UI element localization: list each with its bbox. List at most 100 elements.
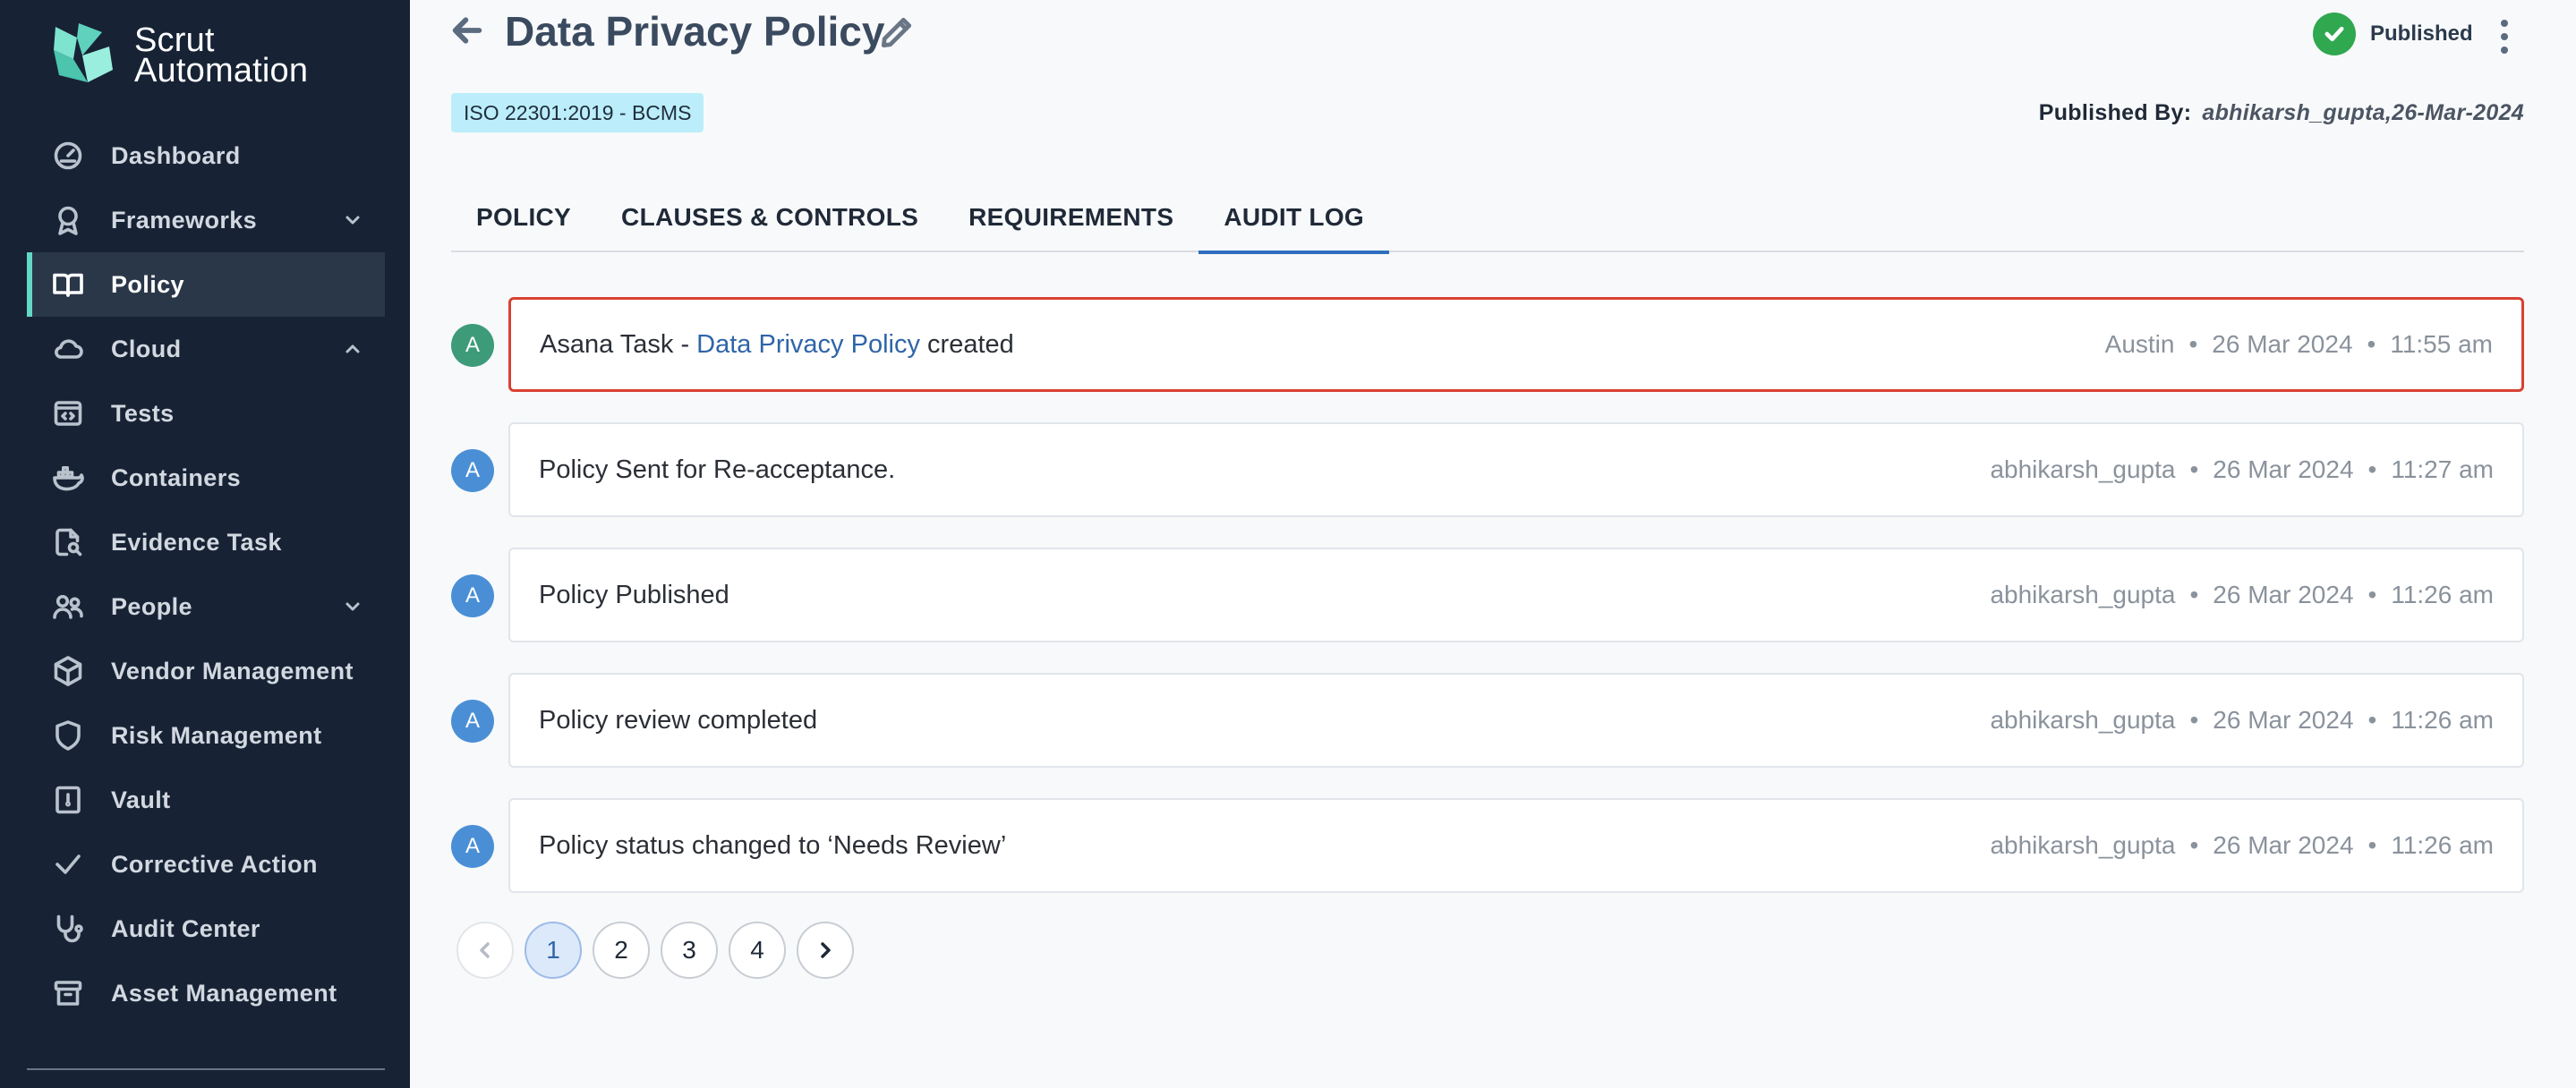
sidebar-item-label: Dashboard [111, 141, 241, 169]
framework-tag: ISO 22301:2019 - BCMS [451, 93, 704, 132]
open-book-icon [50, 267, 86, 302]
published-by-value: abhikarsh_gupta,26-Mar-2024 [2202, 100, 2524, 125]
status-badge: Published [2313, 13, 2473, 55]
log-meta: abhikarsh_gupta • 26 Mar 2024 • 11:27 am [1990, 455, 2494, 484]
policy-tabs: POLICY CLAUSES & CONTROLS REQUIREMENTS A… [451, 183, 2524, 254]
log-meta: Austin • 26 Mar 2024 • 11:55 am [2105, 330, 2493, 359]
award-ribbon-icon [50, 202, 86, 238]
log-time: 11:26 am [2391, 706, 2494, 734]
avatar: A [451, 700, 494, 743]
back-arrow-icon[interactable] [449, 13, 485, 48]
next-page-button[interactable] [797, 922, 854, 979]
meta-separator: • [2189, 581, 2199, 608]
sidebar-item-dashboard[interactable]: Dashboard [27, 123, 385, 188]
scrut-logo-icon [54, 23, 113, 82]
log-card[interactable]: Policy status changed to ‘Needs Review’ … [508, 798, 2524, 893]
list-item: A Policy Published abhikarsh_gupta • 26 Ma… [451, 548, 2524, 642]
dashboard-gauge-icon [50, 138, 86, 174]
list-item: A Asana Task - Data Privacy Policy creat… [451, 297, 2524, 392]
sidebar-item-vault[interactable]: Vault [27, 768, 385, 832]
sidebar: Scrut Automation Dashboard Frameworks Po… [0, 0, 410, 1088]
list-item: A Policy Sent for Re-acceptance. abhikar… [451, 422, 2524, 517]
prev-page-button[interactable] [456, 922, 514, 979]
sidebar-item-label: Vendor Management [111, 657, 354, 684]
meta-separator: • [2367, 581, 2377, 608]
log-user: abhikarsh_gupta [1990, 455, 2176, 483]
log-user: abhikarsh_gupta [1990, 706, 2176, 734]
chevron-down-icon[interactable] [342, 596, 363, 617]
log-card[interactable]: Policy Sent for Re-acceptance. abhikarsh… [508, 422, 2524, 517]
sidebar-item-label: Containers [111, 463, 242, 491]
people-icon [50, 589, 86, 625]
chevron-down-icon[interactable] [342, 209, 363, 231]
meta-separator: • [2367, 831, 2377, 859]
chevron-right-icon [821, 942, 831, 958]
document-search-icon [50, 524, 86, 560]
meta-separator: • [2367, 706, 2377, 734]
meta-separator: • [2188, 330, 2198, 358]
avatar: A [451, 574, 494, 617]
meta-separator: • [2189, 706, 2199, 734]
package-box-icon [50, 653, 86, 689]
sidebar-item-label: Cloud [111, 335, 182, 362]
page-button-1[interactable]: 1 [525, 922, 582, 979]
log-user: abhikarsh_gupta [1990, 581, 2176, 608]
log-text: Asana Task - Data Privacy Policy created [540, 330, 1014, 360]
sidebar-item-audit-center[interactable]: Audit Center [27, 897, 385, 961]
page-button-2[interactable]: 2 [593, 922, 650, 979]
log-card[interactable]: Policy Published abhikarsh_gupta • 26 Mar … [508, 548, 2524, 642]
brand-line-1: Scrut [134, 21, 215, 59]
sidebar-item-evidence-task[interactable]: Evidence Task [27, 510, 385, 574]
sidebar-item-policy[interactable]: Policy [27, 252, 385, 317]
cloud-icon [50, 331, 86, 367]
log-text: Policy Published [539, 580, 729, 609]
vault-safe-icon [50, 782, 86, 818]
sidebar-item-label: Tests [111, 399, 175, 427]
sidebar-item-corrective-action[interactable]: Corrective Action [27, 832, 385, 897]
sidebar-item-label: Risk Management [111, 721, 322, 749]
log-card[interactable]: Asana Task - Data Privacy Policy created… [508, 297, 2524, 392]
shield-icon [50, 718, 86, 753]
list-item: A Policy status changed to ‘Needs Review… [451, 798, 2524, 893]
meta-separator: • [2189, 831, 2199, 859]
sidebar-item-asset-management[interactable]: Asset Management [27, 961, 385, 1025]
policy-link[interactable]: Data Privacy Policy [696, 330, 920, 359]
archive-box-icon [50, 975, 86, 1011]
tab-clauses-controls[interactable]: CLAUSES & CONTROLS [596, 183, 943, 252]
tab-audit-log[interactable]: AUDIT LOG [1198, 183, 1389, 254]
log-user: abhikarsh_gupta [1990, 831, 2176, 859]
brand-line-2: Automation [134, 52, 309, 89]
sidebar-item-people[interactable]: People [27, 574, 385, 639]
page-title: Data Privacy Policy [505, 8, 885, 55]
brand[interactable]: Scrut Automation [47, 20, 308, 91]
log-card[interactable]: Policy review completed abhikarsh_gupta •… [508, 673, 2524, 768]
sidebar-item-frameworks[interactable]: Frameworks [27, 188, 385, 252]
docker-whale-icon [50, 460, 86, 496]
log-date: 26 Mar 2024 [2212, 330, 2353, 358]
brand-name: Scrut Automation [134, 21, 309, 89]
sidebar-item-label: Audit Center [111, 914, 260, 942]
sidebar-item-label: Evidence Task [111, 528, 282, 556]
log-meta: abhikarsh_gupta • 26 Mar 2024 • 11:26 am [1990, 831, 2494, 860]
tab-requirements[interactable]: REQUIREMENTS [943, 183, 1198, 252]
page-button-3[interactable]: 3 [661, 922, 718, 979]
sidebar-divider [27, 1068, 385, 1070]
chevron-up-icon[interactable] [342, 338, 363, 360]
tab-policy[interactable]: POLICY [451, 183, 596, 252]
log-time: 11:55 am [2390, 330, 2493, 358]
sidebar-item-tests[interactable]: Tests [27, 381, 385, 446]
sidebar-item-label: Asset Management [111, 979, 337, 1007]
status-label: Published [2370, 21, 2473, 46]
log-meta: abhikarsh_gupta • 26 Mar 2024 • 11:26 am [1990, 706, 2494, 735]
sidebar-item-risk-management[interactable]: Risk Management [27, 703, 385, 768]
sidebar-item-vendor-management[interactable]: Vendor Management [27, 639, 385, 703]
log-date: 26 Mar 2024 [2213, 581, 2354, 608]
more-options-icon[interactable] [2490, 16, 2519, 55]
published-by: Published By: abhikarsh_gupta,26-Mar-2024 [2039, 100, 2524, 126]
sidebar-item-containers[interactable]: Containers [27, 446, 385, 510]
page-button-4[interactable]: 4 [729, 922, 786, 979]
pencil-edit-icon[interactable] [877, 13, 917, 52]
sidebar-item-cloud[interactable]: Cloud [27, 317, 385, 381]
pagination: 1 2 3 4 [456, 922, 865, 979]
checkmark-icon [50, 846, 86, 882]
